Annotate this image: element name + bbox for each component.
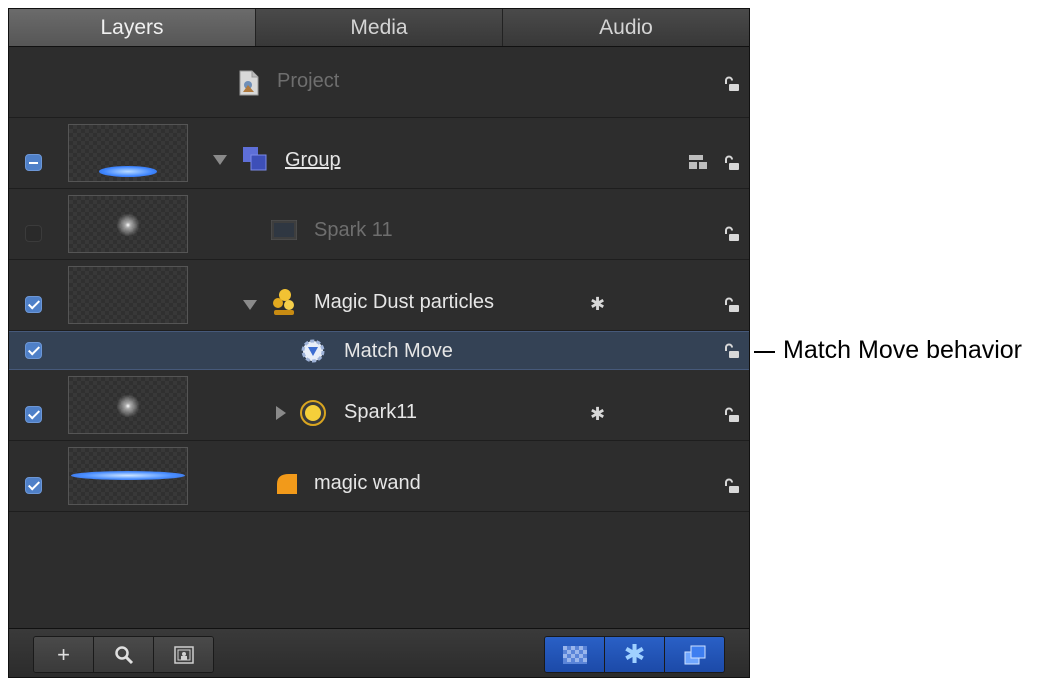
layers-bottom-toolbar: + ✱: [9, 628, 749, 677]
lock-icon[interactable]: [723, 343, 739, 359]
layer-label-match-move: Match Move: [344, 340, 453, 362]
lock-icon[interactable]: [723, 155, 739, 171]
isolate-button[interactable]: [154, 637, 213, 672]
tab-layers[interactable]: Layers: [9, 9, 256, 46]
layer-label-magic-wand: magic wand: [314, 472, 421, 494]
layer-row-group[interactable]: Group: [9, 118, 749, 189]
lock-icon[interactable]: [723, 76, 739, 92]
layer-row-spark11[interactable]: Spark11 ✱: [9, 370, 749, 441]
layer-actions-group: +: [33, 636, 214, 673]
lock-icon[interactable]: [723, 478, 739, 494]
show-masks-toggle[interactable]: [665, 637, 724, 672]
layers-stack-icon[interactable]: [689, 155, 709, 169]
layer-row-magic-dust-particles[interactable]: Magic Dust particles ✱: [9, 260, 749, 331]
layer-checkbox[interactable]: [25, 296, 42, 313]
particle-emitter-icon: [273, 289, 294, 315]
project-file-icon: [239, 70, 259, 96]
show-thumbnails-toggle[interactable]: [545, 637, 605, 672]
image-layer-icon: [271, 220, 297, 240]
layer-row-spark-11[interactable]: Spark 11: [9, 189, 749, 260]
shape-layer-icon: [277, 474, 297, 494]
group-icon: [243, 147, 267, 171]
layer-checkbox[interactable]: [25, 154, 42, 171]
lock-icon[interactable]: [723, 297, 739, 313]
layer-thumbnail: [68, 195, 188, 253]
disclosure-triangle-icon[interactable]: [213, 155, 227, 165]
checkerboard-icon: [562, 645, 587, 664]
behavior-gear-icon: [301, 339, 325, 363]
layer-label-magic-dust-particles: Magic Dust particles: [314, 291, 495, 313]
disclosure-triangle-icon[interactable]: [243, 300, 257, 310]
search-button[interactable]: [94, 637, 154, 672]
callout-label: Match Move behavior: [783, 336, 1023, 364]
layer-thumbnail: [68, 266, 188, 324]
view-toggles-group: ✱: [544, 636, 725, 673]
thumbnail-icon: [173, 645, 194, 664]
tab-bar: Layers Media Audio: [9, 9, 749, 47]
tab-audio[interactable]: Audio: [503, 9, 749, 46]
gear-icon[interactable]: ✱: [590, 294, 605, 315]
lock-icon[interactable]: [723, 226, 739, 242]
disclosure-triangle-icon[interactable]: [276, 406, 286, 420]
layer-label-spark11: Spark11: [344, 401, 418, 423]
layer-checkbox[interactable]: [25, 342, 42, 359]
emitter-cell-icon: [300, 400, 326, 426]
layer-row-magic-wand[interactable]: magic wand: [9, 441, 749, 512]
layer-row-match-move[interactable]: Match Move: [9, 331, 749, 370]
plus-icon: +: [57, 641, 70, 667]
callout-line: [754, 351, 775, 353]
layer-label-group: Group: [285, 149, 341, 171]
layers-panel: Layers Media Audio Project Group Spark 1…: [8, 8, 750, 678]
search-icon: [114, 645, 133, 664]
layer-label-project: Project: [277, 70, 340, 92]
gear-icon: ✱: [623, 639, 646, 669]
layer-row-project[interactable]: Project: [9, 47, 749, 118]
layer-checkbox[interactable]: [25, 406, 42, 423]
gear-icon[interactable]: ✱: [590, 404, 605, 425]
layers-icon: [684, 645, 705, 664]
tab-media[interactable]: Media: [256, 9, 503, 46]
layer-checkbox[interactable]: [25, 225, 42, 242]
layer-thumbnail: [68, 376, 188, 434]
layer-thumbnail: [68, 124, 188, 182]
show-behaviors-toggle[interactable]: ✱: [605, 637, 665, 672]
lock-icon[interactable]: [723, 407, 739, 423]
layer-label-spark-11: Spark 11: [314, 219, 393, 241]
add-layer-button[interactable]: +: [34, 637, 94, 672]
layer-checkbox[interactable]: [25, 477, 42, 494]
layer-thumbnail: [68, 447, 188, 505]
